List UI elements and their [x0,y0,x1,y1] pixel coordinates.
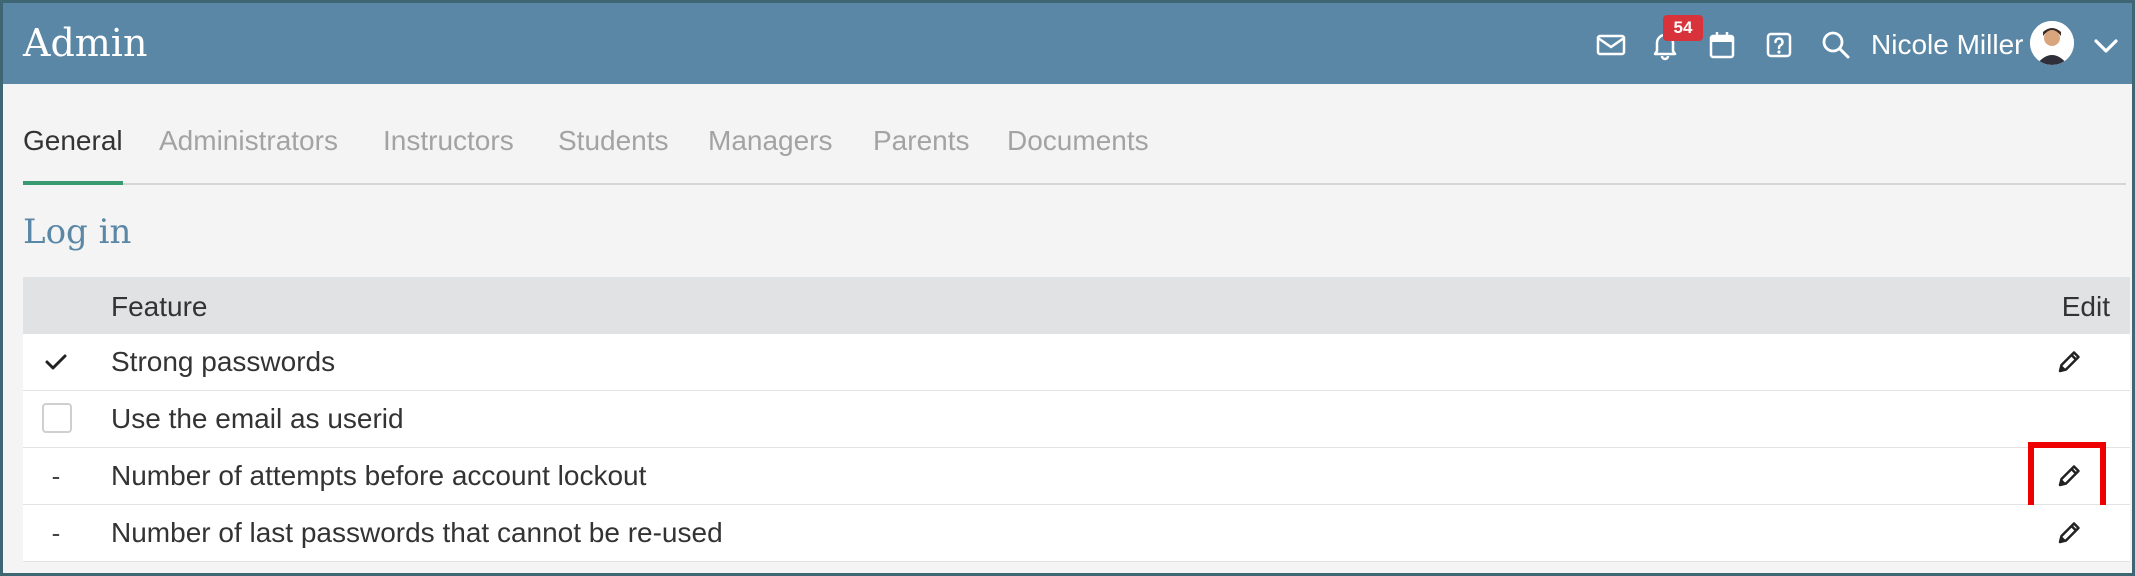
edit-pencil-icon[interactable] [2053,517,2085,549]
tab-documents[interactable]: Documents [1007,123,1149,181]
top-bar: Admin 54 Nicole Miller [3,3,2132,84]
section-title: Log in [23,212,132,252]
mail-icon[interactable] [1595,29,1627,61]
status-dash: - [51,518,61,548]
column-header-edit: Edit [2061,291,2110,322]
tab-bar: General Administrators Instructors Stude… [23,115,2126,185]
notification-badge: 54 [1663,15,1703,41]
table-header: Feature Edit [23,277,2130,334]
tab-students[interactable]: Students [558,123,669,181]
feature-checkbox[interactable] [42,403,72,433]
tab-parents[interactable]: Parents [873,123,970,181]
table-row: - Number of last passwords that cannot b… [23,505,2130,562]
checkmark-icon [40,346,72,378]
table-row: Use the email as userid [23,391,2130,448]
calendar-icon[interactable] [1706,29,1738,61]
tab-managers[interactable]: Managers [708,123,833,181]
feature-label: Number of last passwords that cannot be … [111,517,723,548]
feature-label: Strong passwords [111,346,336,377]
status-dash: - [51,461,61,491]
table-row: - Number of attempts before account lock… [23,442,2130,512]
search-icon[interactable] [1820,29,1852,61]
column-header-feature: Feature [111,291,208,322]
page-title: Admin [23,21,148,65]
features-table: Feature Edit Strong passwords Use the em… [23,277,2130,562]
feature-label: Number of attempts before account lockou… [111,460,647,491]
avatar[interactable] [2030,21,2074,65]
tab-general[interactable]: General [23,123,123,185]
table-row: Strong passwords [23,334,2130,391]
user-name[interactable]: Nicole Miller [1871,27,2023,63]
tab-administrators[interactable]: Administrators [159,123,338,181]
edit-pencil-icon[interactable] [2053,460,2085,492]
app-window: Admin 54 Nicole Miller General Administr… [0,0,2135,576]
chevron-down-icon[interactable] [2091,31,2121,61]
tab-instructors[interactable]: Instructors [383,123,514,181]
feature-label: Use the email as userid [111,403,404,434]
help-icon[interactable] [1763,29,1795,61]
edit-pencil-icon[interactable] [2053,346,2085,378]
